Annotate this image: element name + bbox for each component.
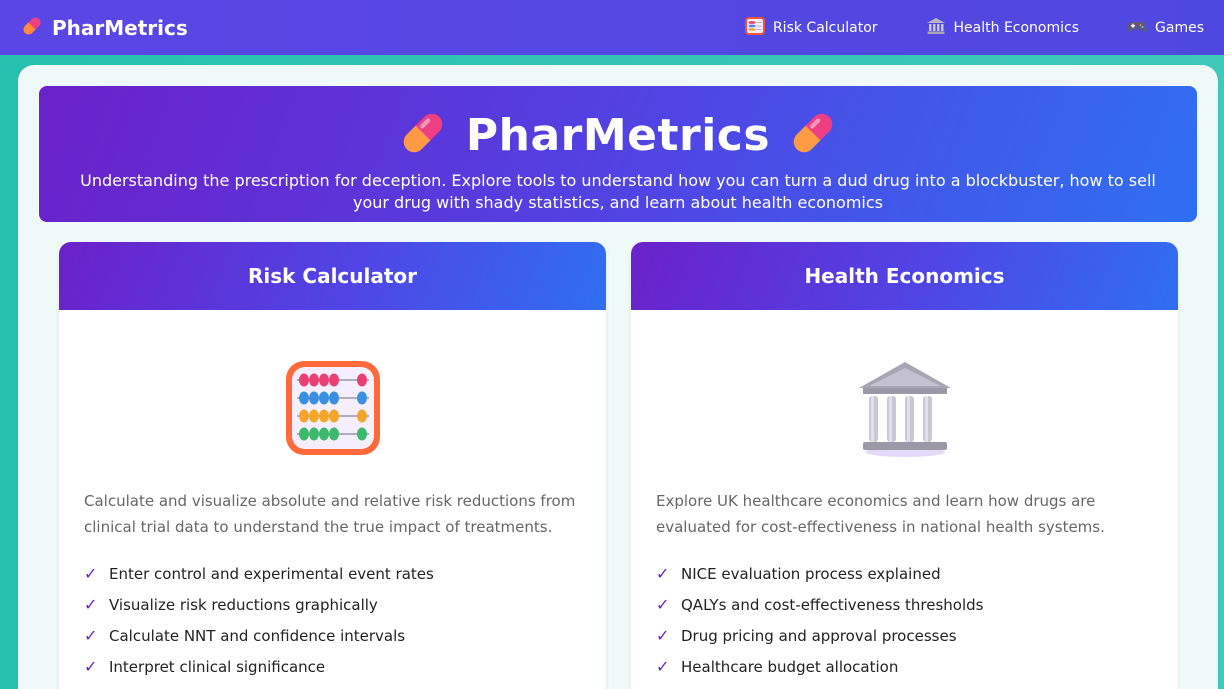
check-icon: ✓ bbox=[656, 595, 670, 614]
brand-name: PharMetrics bbox=[52, 15, 188, 40]
gamepad-icon bbox=[1127, 16, 1147, 40]
main-panel: PharMetrics Understanding the prescripti… bbox=[18, 65, 1218, 689]
feature-list: ✓ NICE evaluation process explained ✓ QALY… bbox=[656, 558, 1153, 682]
nav-link-label: Games bbox=[1155, 19, 1204, 36]
top-navbar: PharMetrics Risk Calculator Health Econo… bbox=[0, 0, 1224, 55]
pill-icon bbox=[20, 14, 44, 42]
check-icon: ✓ bbox=[656, 564, 670, 583]
feature-text: Drug pricing and approval processes bbox=[681, 626, 957, 645]
hero-banner: PharMetrics Understanding the prescripti… bbox=[39, 86, 1197, 222]
risk-calculator-card[interactable]: Risk Calculator Calculate and visualize … bbox=[59, 242, 606, 689]
hero-title: PharMetrics bbox=[465, 109, 771, 161]
feature-text: Interpret clinical significance bbox=[109, 657, 326, 676]
check-icon: ✓ bbox=[84, 657, 98, 676]
bank-icon bbox=[926, 16, 946, 40]
feature-text: Healthcare budget allocation bbox=[681, 657, 899, 676]
list-item: ✓ Visualize risk reductions graphically bbox=[84, 589, 581, 620]
nav-link-risk-calculator[interactable]: Risk Calculator bbox=[744, 16, 878, 40]
card-description: Explore UK healthcare economics and lear… bbox=[656, 492, 1105, 536]
abacus-icon bbox=[744, 16, 765, 40]
list-item: ✓ Interpret clinical significance bbox=[84, 651, 581, 682]
nav-link-label: Health Economics bbox=[953, 19, 1080, 36]
check-icon: ✓ bbox=[84, 626, 98, 645]
bank-icon bbox=[855, 358, 955, 458]
health-economics-card[interactable]: Health Economics Explore UK healthcare e… bbox=[631, 242, 1178, 689]
card-title: Health Economics bbox=[631, 242, 1178, 310]
feature-text: Calculate NNT and confidence intervals bbox=[109, 626, 406, 645]
abacus-icon bbox=[283, 358, 383, 458]
feature-list: ✓ Enter control and experimental event ra… bbox=[84, 558, 581, 682]
list-item: ✓ Calculate NNT and confidence intervals bbox=[84, 620, 581, 651]
feature-text: Visualize risk reductions graphically bbox=[109, 595, 378, 614]
list-item: ✓ Enter control and experimental event ra… bbox=[84, 558, 581, 589]
check-icon: ✓ bbox=[656, 626, 670, 645]
pill-icon bbox=[788, 108, 838, 162]
nav-link-health-economics[interactable]: Health Economics bbox=[926, 16, 1080, 40]
feature-text: QALYs and cost-effectiveness thresholds bbox=[681, 595, 984, 614]
feature-text: NICE evaluation process explained bbox=[681, 564, 941, 583]
nav-link-label: Risk Calculator bbox=[772, 19, 878, 36]
hero-subtitle: Understanding the prescription for decep… bbox=[80, 171, 1156, 212]
check-icon: ✓ bbox=[84, 564, 98, 583]
pill-icon bbox=[398, 108, 448, 162]
brand-link[interactable]: PharMetrics bbox=[20, 14, 188, 42]
check-icon: ✓ bbox=[84, 595, 98, 614]
card-description: Calculate and visualize absolute and rel… bbox=[84, 492, 576, 536]
list-item: ✓ QALYs and cost-effectiveness thresholds bbox=[656, 589, 1153, 620]
list-item: ✓ NICE evaluation process explained bbox=[656, 558, 1153, 589]
list-item: ✓ Healthcare budget allocation bbox=[656, 651, 1153, 682]
card-title: Risk Calculator bbox=[59, 242, 606, 310]
feature-text: Enter control and experimental event rat… bbox=[109, 564, 434, 583]
nav-link-games[interactable]: Games bbox=[1127, 16, 1204, 40]
nav-links: Risk Calculator Health Economics Games bbox=[744, 16, 1204, 40]
list-item: ✓ Drug pricing and approval processes bbox=[656, 620, 1153, 651]
check-icon: ✓ bbox=[656, 657, 670, 676]
